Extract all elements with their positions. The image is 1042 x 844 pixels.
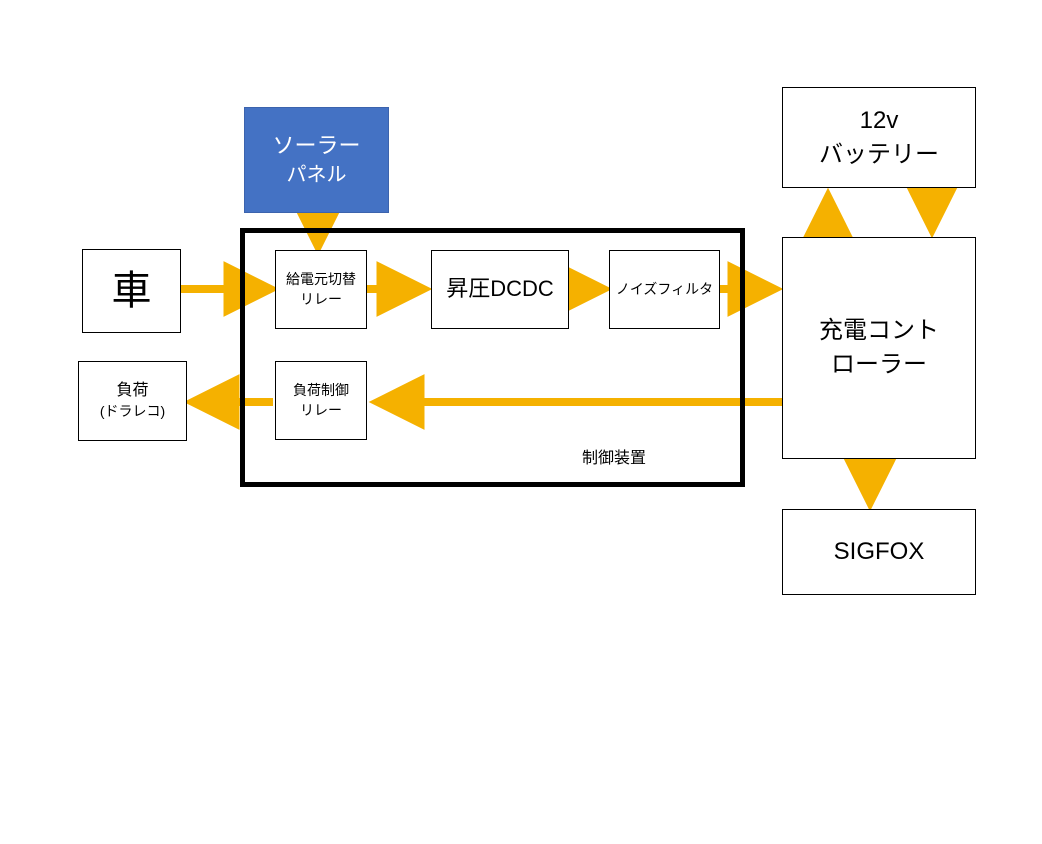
relay-load-line1: 負荷制御 xyxy=(293,381,349,401)
load-line1: 負荷 xyxy=(116,380,148,402)
block-noise-filter: ノイズフィルタ xyxy=(609,250,720,329)
block-relay-load-control: 負荷制御 リレー xyxy=(275,361,367,440)
block-sigfox: SIGFOX xyxy=(782,509,976,595)
dcdc-line1: 昇圧DCDC xyxy=(446,274,554,305)
noise-filter-line1: ノイズフィルタ xyxy=(616,280,713,300)
block-relay-source-switch: 給電元切替 リレー xyxy=(275,250,367,329)
block-battery-12v: 12v バッテリー xyxy=(782,87,976,188)
relay-src-line2: リレー xyxy=(300,290,342,310)
car-line1: 車 xyxy=(112,263,152,319)
relay-src-line1: 給電元切替 xyxy=(286,270,356,290)
sigfox-line1: SIGFOX xyxy=(834,535,925,569)
charge-ctrl-line2: ローラー xyxy=(831,348,927,382)
load-line2: (ドラレコ) xyxy=(100,402,165,422)
block-boost-dcdc: 昇圧DCDC xyxy=(431,250,569,329)
solar-line2: パネル xyxy=(287,161,347,189)
control-unit-label: 制御装置 xyxy=(582,448,646,470)
block-car: 車 xyxy=(82,249,181,333)
block-charge-controller: 充電コント ローラー xyxy=(782,237,976,459)
block-solar-panel: ソーラー パネル xyxy=(244,107,389,213)
charge-ctrl-line1: 充電コント xyxy=(819,314,939,348)
block-load: 負荷 (ドラレコ) xyxy=(78,361,187,441)
solar-line1: ソーラー xyxy=(272,131,360,162)
relay-load-line2: リレー xyxy=(300,401,342,421)
battery-line1: 12v xyxy=(860,104,899,138)
battery-line2: バッテリー xyxy=(819,138,939,172)
diagram-stage: ソーラー パネル 車 負荷 (ドラレコ) 制御装置 給電元切替 リレー 昇圧DC… xyxy=(0,0,1042,844)
